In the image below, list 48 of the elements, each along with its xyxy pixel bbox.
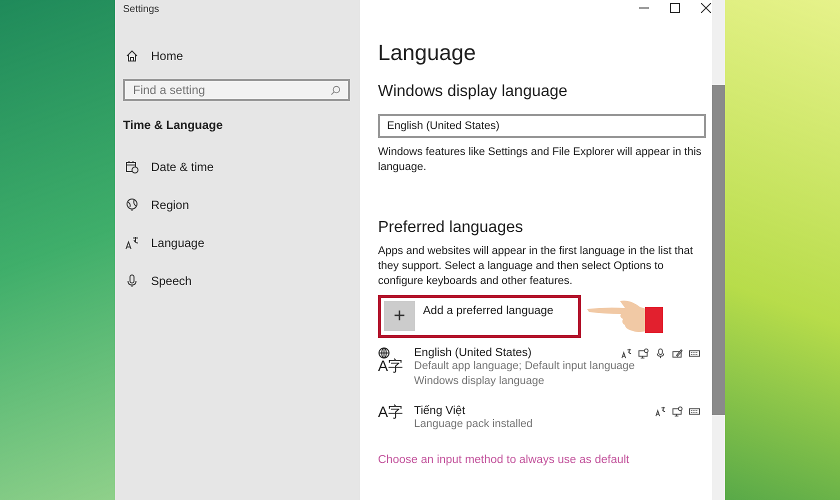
description-text: Windows features like Settings and File Explorer will appear in this language. bbox=[378, 145, 702, 175]
language-name: English (United States) bbox=[414, 347, 532, 359]
language-glyph-icon: A字 bbox=[378, 359, 404, 375]
input-method-link[interactable]: Choose an input method to always use as default bbox=[378, 454, 712, 466]
add-language-button[interactable]: + Add a preferred language bbox=[384, 301, 574, 331]
home-label: Home bbox=[151, 49, 184, 63]
scrollbar[interactable] bbox=[712, 0, 725, 500]
section-heading: Time & Language bbox=[123, 118, 224, 132]
microphone-icon bbox=[125, 274, 139, 288]
page-title: Language bbox=[378, 40, 477, 66]
language-icon bbox=[621, 348, 632, 358]
sidebar-item-label: Date & time bbox=[151, 160, 214, 174]
description-text: Apps and websites will appear in the first language in the list that they support. Select a language and then select Options to configure keyboards and other features. bbox=[378, 244, 694, 289]
sidebar-item-label: Language bbox=[151, 236, 204, 250]
home-link[interactable]: Home bbox=[125, 46, 352, 66]
home-icon bbox=[125, 49, 139, 63]
language-detail: Default app language; Default input language bbox=[414, 359, 636, 374]
keyboard-icon bbox=[689, 406, 700, 416]
sidebar-item[interactable]: Region bbox=[123, 195, 352, 215]
microphone-icon bbox=[655, 348, 666, 358]
language-dropdown[interactable]: English (United States) bbox=[378, 114, 706, 138]
language-name: Tiếng Việt bbox=[414, 405, 466, 417]
close-icon[interactable] bbox=[701, 3, 711, 13]
keyboard-icon bbox=[689, 348, 700, 358]
search-icon bbox=[330, 85, 341, 96]
calendar-clock-icon bbox=[125, 160, 139, 174]
language-icon bbox=[125, 236, 139, 250]
globe-icon bbox=[125, 198, 139, 212]
search-field[interactable]: Find a setting bbox=[123, 79, 350, 101]
language-glyph-icon: A字 bbox=[378, 405, 404, 421]
language-detail: Windows display language bbox=[414, 374, 546, 389]
monitor-icon bbox=[672, 406, 683, 416]
sidebar-item-label: Speech bbox=[151, 274, 192, 288]
section-heading: Windows display language bbox=[378, 83, 568, 101]
globe-icon bbox=[378, 347, 390, 359]
window-title: Settings bbox=[123, 4, 160, 15]
sidebar-item[interactable]: Date & time bbox=[123, 157, 352, 177]
sidebar-item[interactable]: Speech bbox=[123, 271, 352, 291]
sidebar-item-label: Region bbox=[151, 198, 190, 212]
monitor-icon bbox=[638, 348, 649, 358]
pen-icon bbox=[672, 348, 683, 358]
section-heading: Preferred languages bbox=[378, 219, 524, 237]
language-icon bbox=[655, 406, 666, 416]
plus-icon: + bbox=[384, 301, 415, 331]
language-detail: Language pack installed bbox=[414, 417, 534, 432]
sidebar-item[interactable]: Language bbox=[123, 233, 352, 253]
maximize-icon[interactable] bbox=[670, 3, 680, 13]
language-list-item[interactable]: A字 English (United States) Default app language; Default input language Windows display language bbox=[378, 347, 700, 389]
